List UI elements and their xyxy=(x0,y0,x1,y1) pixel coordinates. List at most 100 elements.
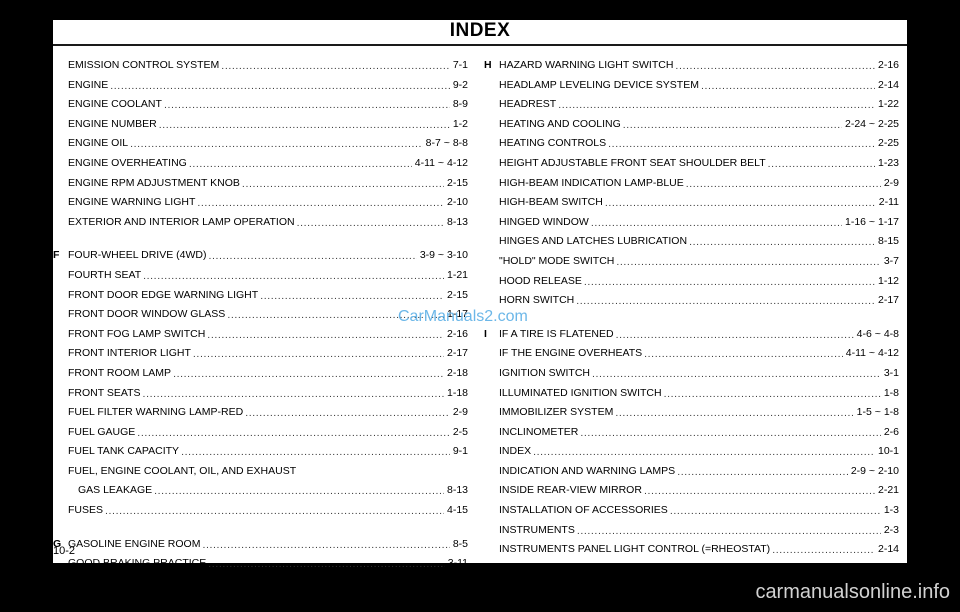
index-entry-title: HEIGHT ADJUSTABLE FRONT SEAT SHOULDER BE… xyxy=(499,156,766,169)
index-entry-page: 8-9 xyxy=(452,98,468,111)
index-entry[interactable]: F FOUR-WHEEL DRIVE (4WD) 3-9 ~ 3-10 xyxy=(53,246,468,266)
dot-leader xyxy=(605,199,876,213)
index-entry[interactable]: HIGH-BEAM INDICATION LAMP-BLUE 2-9 xyxy=(484,174,899,194)
index-entry[interactable]: FRONT DOOR EDGE WARNING LIGHT 2-15 xyxy=(53,286,468,306)
index-entry[interactable]: FUSES 4-15 xyxy=(53,501,468,521)
index-entry[interactable]: FOURTH SEAT 1-21 xyxy=(53,266,468,286)
index-entry-page: 1-22 xyxy=(877,98,899,111)
index-entry[interactable]: HOOD RELEASE 1-12 xyxy=(484,272,899,292)
index-entry-page: 2-3 xyxy=(883,523,899,536)
index-entry-title: GAS LEAKAGE xyxy=(78,484,153,497)
page-number: 10-2 xyxy=(53,545,76,557)
index-entry[interactable]: IGNITION SWITCH 3-1 xyxy=(484,364,899,384)
dot-leader xyxy=(644,350,843,364)
index-entry-page: 3-9 ~ 3-10 xyxy=(419,249,468,262)
index-section-letter: F xyxy=(53,249,60,262)
index-entry[interactable]: INDEX 10-1 xyxy=(484,442,899,462)
index-entry-title: FRONT FOG LAMP SWITCH xyxy=(68,327,206,340)
index-section-gap xyxy=(53,232,468,246)
index-entry[interactable]: INSTALLATION OF ACCESSORIES 1-3 xyxy=(484,501,899,521)
dot-leader xyxy=(689,238,875,252)
index-entry-title: IMMOBILIZER SYSTEM xyxy=(499,406,614,419)
dot-leader xyxy=(686,179,881,193)
index-entry[interactable]: H HAZARD WARNING LIGHT SWITCH 2-16 xyxy=(484,56,899,76)
index-entry[interactable]: INSTRUMENTS PANEL LIGHT CONTROL (=RHEOST… xyxy=(484,540,899,560)
index-entry[interactable]: FRONT FOG LAMP SWITCH 2-16 xyxy=(53,325,468,345)
dot-leader xyxy=(130,140,423,154)
index-entry[interactable]: ENGINE 9-2 xyxy=(53,76,468,96)
index-entry[interactable]: IF THE ENGINE OVERHEATS 4-11 ~ 4-12 xyxy=(484,344,899,364)
index-column-right: H HAZARD WARNING LIGHT SWITCH 2-16 HEADLAMP… xyxy=(484,56,899,560)
index-section-letter: I xyxy=(484,327,487,340)
dot-leader xyxy=(242,179,444,193)
index-entry[interactable]: ENGINE OVERHEATING 4-11 ~ 4-12 xyxy=(53,154,468,174)
index-entry-page: 2-17 xyxy=(877,294,899,307)
index-entry-page: 9-2 xyxy=(452,78,468,91)
index-entry[interactable]: HEADLAMP LEVELING DEVICE SYSTEM 2-14 xyxy=(484,76,899,96)
index-entry[interactable]: GOOD BRAKING PRACTICE 3-11 xyxy=(53,554,468,574)
index-entry[interactable]: HIGH-BEAM SWITCH 2-11 xyxy=(484,193,899,213)
index-entry[interactable]: FRONT DOOR WINDOW GLASS 1-17 xyxy=(53,305,468,325)
index-column-left: EMISSION CONTROL SYSTEM7-1ENGINE9-2ENGIN… xyxy=(53,56,468,574)
index-entry[interactable]: FUEL TANK CAPACITY 9-1 xyxy=(53,442,468,462)
index-entry-page: 7-1 xyxy=(452,59,468,71)
dot-leader xyxy=(615,409,853,423)
index-entry[interactable]: FRONT INTERIOR LIGHT 2-17 xyxy=(53,344,468,364)
index-entry[interactable]: ENGINE OIL 8-7 ~ 8-8 xyxy=(53,134,468,154)
index-entry[interactable]: ENGINE WARNING LIGHT 2-10 xyxy=(53,193,468,213)
index-entry[interactable]: FUEL, ENGINE COOLANT, OIL, AND EXHAUST xyxy=(53,462,468,482)
index-entry[interactable]: EXTERIOR AND INTERIOR LAMP OPERATION 8-13 xyxy=(53,213,468,233)
index-entry-title: HEATING CONTROLS xyxy=(499,137,607,150)
dot-leader xyxy=(189,160,412,174)
index-entry[interactable]: HORN SWITCH 2-17 xyxy=(484,291,899,311)
index-entry[interactable]: INDICATION AND WARNING LAMPS 2-9 ~ 2-10 xyxy=(484,462,899,482)
index-entry[interactable]: GAS LEAKAGE 8-13 xyxy=(53,481,468,501)
index-entry[interactable]: GGASOLINE ENGINE ROOM8-5 xyxy=(53,535,468,555)
index-entry-title: HORN SWITCH xyxy=(499,294,575,307)
index-entry-title: GOOD BRAKING PRACTICE xyxy=(68,557,207,570)
index-entry[interactable]: FRONT SEATS 1-18 xyxy=(53,384,468,404)
index-entry-page: 10-1 xyxy=(877,445,899,458)
index-entry[interactable]: INSTRUMENTS 2-3 xyxy=(484,521,899,541)
index-entry-page: 1-21 xyxy=(446,268,468,281)
dot-leader xyxy=(584,277,875,291)
page-title: INDEX xyxy=(449,20,511,41)
index-entry[interactable]: FRONT ROOM LAMP 2-18 xyxy=(53,364,468,384)
index-entry-page: 4-15 xyxy=(446,504,468,517)
index-body: EMISSION CONTROL SYSTEM7-1ENGINE9-2ENGIN… xyxy=(53,56,907,574)
index-entry[interactable]: HINGED WINDOW 1-16 ~ 1-17 xyxy=(484,213,899,233)
index-entry[interactable]: FUEL FILTER WARNING LAMP-RED 2-9 xyxy=(53,403,468,423)
index-entry[interactable]: INCLINOMETER 2-6 xyxy=(484,423,899,443)
index-entry[interactable]: EMISSION CONTROL SYSTEM 7-1 xyxy=(53,56,468,76)
index-entry[interactable]: INSIDE REAR-VIEW MIRROR 2-21 xyxy=(484,481,899,501)
index-entry[interactable]: ENGINE RPM ADJUSTMENT KNOB 2-15 xyxy=(53,174,468,194)
index-entry[interactable]: HEATING AND COOLING 2-24 ~ 2-25 xyxy=(484,115,899,135)
index-entry-title: INDEX xyxy=(499,445,532,458)
index-entry-title: INSTALLATION OF ACCESSORIES xyxy=(499,504,668,517)
index-entry-title: FOURTH SEAT xyxy=(68,268,142,281)
index-entry[interactable]: HINGES AND LATCHES LUBRICATION 8-15 xyxy=(484,232,899,252)
index-entry[interactable]: ENGINE NUMBER 1-2 xyxy=(53,115,468,135)
dot-leader xyxy=(580,428,880,442)
dot-leader xyxy=(768,160,875,174)
index-entry[interactable]: I IF A TIRE IS FLATENED 4-6 ~ 4-8 xyxy=(484,325,899,345)
dot-leader xyxy=(197,199,444,213)
index-entry-page: 2-21 xyxy=(877,484,899,497)
index-entry-page: 2-5 xyxy=(452,425,468,438)
index-entry[interactable]: IMMOBILIZER SYSTEM 1-5 ~ 1-8 xyxy=(484,403,899,423)
dot-leader xyxy=(173,370,444,384)
index-entry-title: INSTRUMENTS xyxy=(499,523,575,536)
index-entry-title: FOUR-WHEEL DRIVE (4WD) xyxy=(68,249,207,262)
index-entry[interactable]: "HOLD" MODE SWITCH 3-7 xyxy=(484,252,899,272)
dot-leader xyxy=(675,62,875,76)
index-entry-title: HINGED WINDOW xyxy=(499,215,589,228)
index-entry[interactable]: HEIGHT ADJUSTABLE FRONT SEAT SHOULDER BE… xyxy=(484,154,899,174)
dot-leader xyxy=(221,62,450,76)
index-entry-title: HEADREST xyxy=(499,98,557,111)
index-entry[interactable]: ENGINE COOLANT 8-9 xyxy=(53,95,468,115)
index-entry[interactable]: ILLUMINATED IGNITION SWITCH 1-8 xyxy=(484,384,899,404)
index-entry[interactable]: HEADREST 1-22 xyxy=(484,95,899,115)
index-entry[interactable]: HEATING CONTROLS 2-25 xyxy=(484,134,899,154)
index-entry[interactable]: FUEL GAUGE 2-5 xyxy=(53,423,468,443)
dot-leader xyxy=(623,120,842,134)
